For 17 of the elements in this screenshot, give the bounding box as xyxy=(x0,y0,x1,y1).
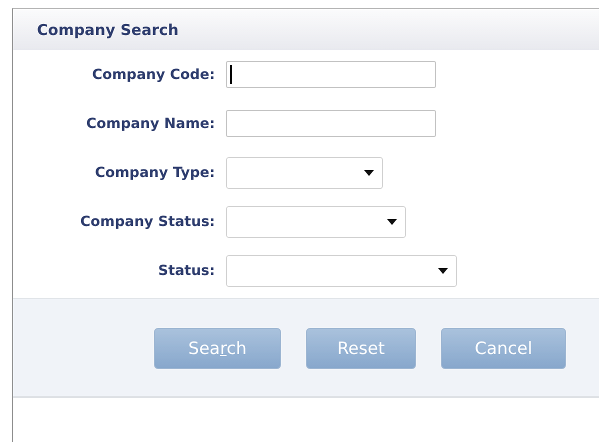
dropdown-field[interactable] xyxy=(226,254,457,286)
dropdown-arrow-icon xyxy=(364,170,374,176)
action-button[interactable]: Reset xyxy=(306,328,416,369)
input-field[interactable] xyxy=(226,61,436,88)
field-label: Company Status: xyxy=(80,214,215,230)
dropdown-arrow-icon xyxy=(438,268,448,274)
field-label: Company Name: xyxy=(86,116,215,132)
dropdown-field[interactable] xyxy=(226,206,406,238)
field-label: Company Code: xyxy=(92,66,215,82)
panel-title: Company Search xyxy=(37,20,179,38)
field-label: Status: xyxy=(158,262,215,278)
action-button[interactable]: Cancel xyxy=(441,328,566,369)
action-button[interactable]: Search xyxy=(154,328,281,369)
dropdown-field[interactable] xyxy=(226,156,383,188)
input-field[interactable] xyxy=(226,110,436,137)
dropdown-arrow-icon xyxy=(387,218,397,224)
field-label: Company Type: xyxy=(94,164,215,180)
